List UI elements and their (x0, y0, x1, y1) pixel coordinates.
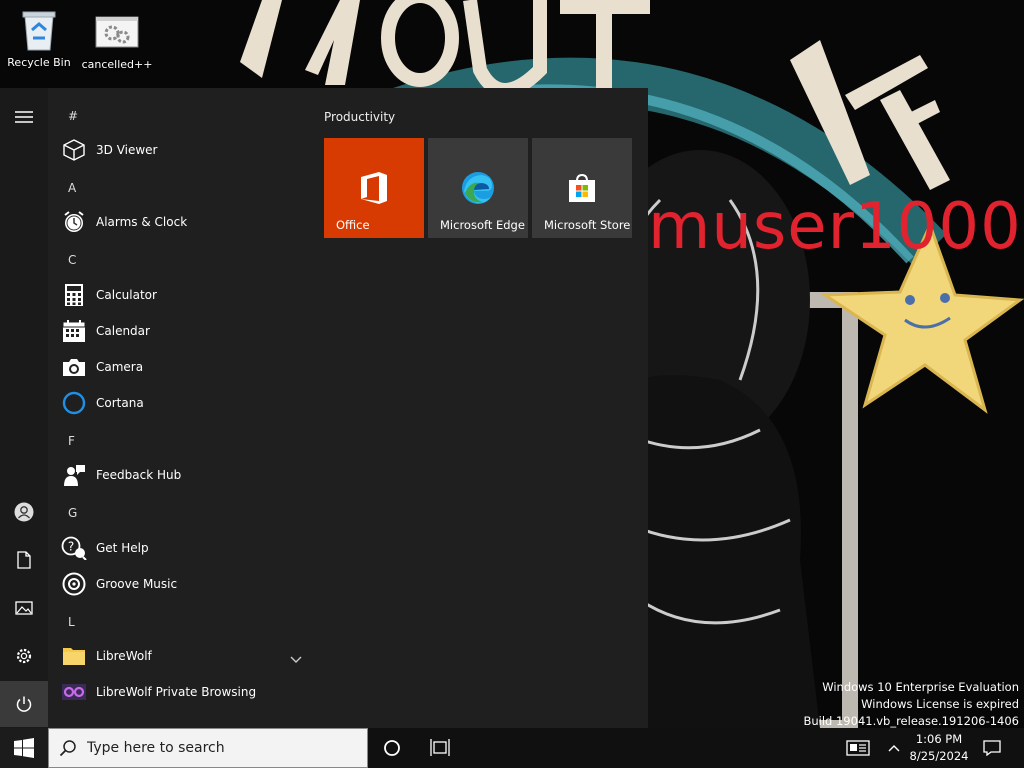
start-button[interactable] (0, 728, 48, 768)
action-center-button[interactable] (972, 728, 1012, 768)
tile-label: Microsoft Store (544, 218, 631, 232)
app-group-header[interactable]: G (68, 506, 77, 520)
activation-watermark: Windows 10 Enterprise Evaluation Windows… (803, 679, 1019, 730)
app-item-alarms-clock[interactable]: Alarms & Clock (60, 205, 310, 239)
app-group-header[interactable]: C (68, 253, 76, 267)
chevron-up-icon (888, 745, 900, 752)
store-bag-icon (532, 168, 632, 208)
app-item-label: Feedback Hub (96, 468, 182, 482)
news-button[interactable] (836, 728, 880, 768)
application-gears-icon (93, 10, 141, 54)
windows-logo-icon (14, 738, 34, 758)
feedback-person-icon (60, 461, 88, 489)
app-item-cortana[interactable]: Cortana (60, 386, 310, 420)
app-item-groove-music[interactable]: Groove Music (60, 567, 310, 601)
settings-button[interactable] (0, 633, 48, 679)
start-menu-rail (0, 88, 48, 728)
power-icon (16, 696, 32, 712)
tile-office[interactable]: Office (324, 138, 424, 238)
notification-icon (983, 740, 1001, 756)
app-group-header[interactable]: F (68, 434, 75, 448)
cortana-ring-icon (60, 389, 88, 417)
tile-label: Microsoft Edge (440, 218, 525, 232)
clock-date: 8/25/2024 (909, 749, 969, 763)
svg-text:?: ? (68, 540, 74, 554)
gear-icon (16, 648, 32, 664)
desktop-icon-label: Recycle Bin (7, 56, 71, 69)
cortana-circle-icon (384, 740, 400, 756)
app-item-label: Alarms & Clock (96, 215, 188, 229)
search-input[interactable] (87, 740, 347, 756)
app-item-label: Calendar (96, 324, 150, 338)
clock-time: 1:06 PM (915, 732, 963, 746)
app-item-librewolf-folder[interactable]: LibreWolf (60, 639, 310, 673)
app-group-header[interactable]: # (68, 109, 78, 123)
app-item-label: Calculator (96, 288, 157, 302)
app-item-label: Get Help (96, 541, 149, 555)
app-group-header[interactable]: L (68, 615, 75, 629)
cube-icon (60, 136, 88, 164)
help-question-icon: ? (60, 534, 88, 562)
show-hidden-icons-button[interactable] (880, 728, 908, 768)
tiles-area: Productivity Office Microsoft Edge Micro… (310, 88, 648, 728)
picture-icon (15, 601, 33, 615)
power-button[interactable] (0, 681, 48, 727)
task-view-button[interactable] (416, 728, 464, 768)
app-item-label: Cortana (96, 396, 144, 410)
taskbar-clock[interactable]: 1:06 PM 8/25/2024 (906, 731, 972, 765)
edge-logo-icon (428, 168, 528, 208)
documents-button[interactable] (0, 537, 48, 583)
app-item-label: Groove Music (96, 577, 178, 591)
recycle-bin-icon (15, 8, 63, 52)
camera-icon (60, 353, 88, 381)
user-icon (14, 502, 34, 522)
app-item-feedback-hub[interactable]: Feedback Hub (60, 458, 310, 492)
desktop-icon-cancelled[interactable]: cancelled++ (78, 10, 156, 71)
app-item-label: LibreWolf Private Browsing (96, 685, 257, 699)
music-disc-icon (60, 570, 88, 598)
tile-label: Office (336, 218, 370, 232)
taskbar: 1:06 PM 8/25/2024 (0, 728, 1024, 768)
watermark-edition: Windows 10 Enterprise Evaluation (822, 680, 1019, 694)
tile-microsoft-store[interactable]: Microsoft Store (532, 138, 632, 238)
search-icon (59, 740, 76, 757)
chevron-down-icon[interactable] (290, 649, 302, 668)
account-button[interactable] (0, 489, 48, 535)
private-mask-icon (60, 678, 88, 706)
calendar-icon (60, 317, 88, 345)
app-item-calendar[interactable]: Calendar (60, 314, 310, 348)
calculator-icon (60, 281, 88, 309)
office-logo-icon (324, 168, 424, 208)
desktop-icon-recycle-bin[interactable]: Recycle Bin (0, 8, 78, 69)
folder-icon (60, 642, 88, 670)
hamburger-icon (15, 111, 33, 123)
app-item-librewolf-private[interactable]: LibreWolf Private Browsing (60, 675, 310, 709)
app-item-calculator[interactable]: Calculator (60, 278, 310, 312)
app-item-label: Camera (96, 360, 144, 374)
wallpaper-username-text: muser1000 (648, 190, 1022, 264)
alarm-clock-icon (60, 208, 88, 236)
news-icon (846, 740, 870, 756)
start-menu: # 3D Viewer A Alarms & Clock C Calculato… (0, 88, 648, 728)
taskbar-search-box[interactable] (48, 728, 368, 768)
app-item-get-help[interactable]: ? Get Help (60, 531, 310, 565)
pictures-button[interactable] (0, 585, 48, 631)
cortana-button[interactable] (368, 728, 416, 768)
desktop-icon-label: cancelled++ (81, 58, 153, 71)
expand-menu-button[interactable] (0, 94, 48, 140)
app-item-camera[interactable]: Camera (60, 350, 310, 384)
app-item-label: LibreWolf (96, 649, 152, 663)
tile-microsoft-edge[interactable]: Microsoft Edge (428, 138, 528, 238)
document-icon (17, 551, 31, 569)
watermark-license: Windows License is expired (861, 697, 1019, 711)
app-item-3d-viewer[interactable]: 3D Viewer (60, 133, 310, 167)
app-list: # 3D Viewer A Alarms & Clock C Calculato… (48, 88, 310, 728)
task-view-icon (430, 739, 450, 756)
tile-group-title[interactable]: Productivity (324, 110, 395, 124)
app-item-label: 3D Viewer (96, 143, 158, 157)
app-group-header[interactable]: A (68, 181, 76, 195)
